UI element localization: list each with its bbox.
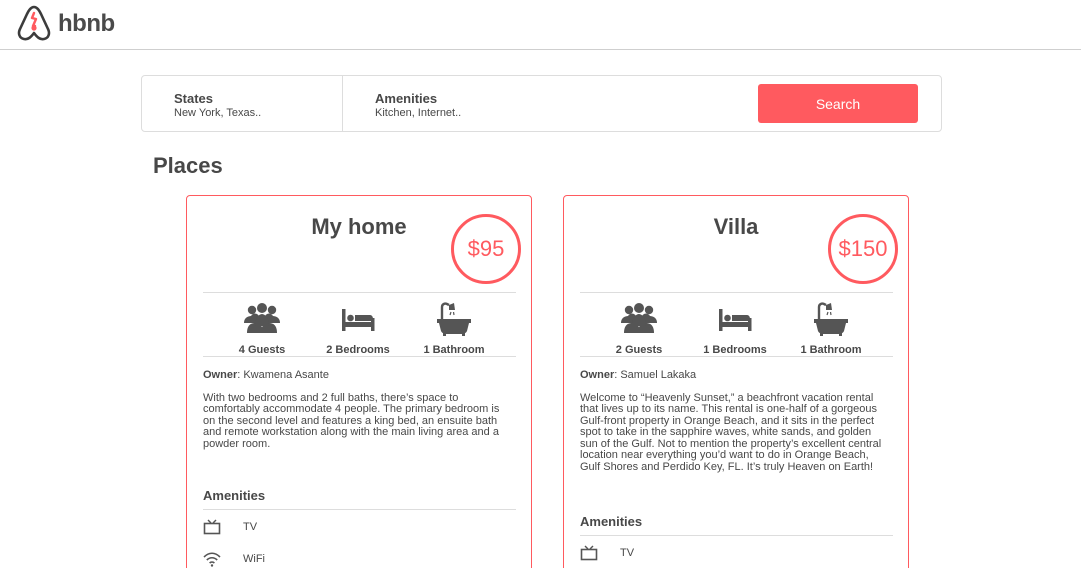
price-badge: $95 xyxy=(451,214,521,284)
tv-icon xyxy=(203,519,221,535)
bedrooms-label: 2 Bedrooms xyxy=(326,344,390,356)
place-information: 2 Guests 1 Bedrooms 1 Bathroom xyxy=(580,292,893,357)
bed-icon xyxy=(342,309,375,331)
wifi-icon xyxy=(203,552,221,567)
bathrooms-info: 1 Bathroom xyxy=(404,301,504,356)
guests-icon xyxy=(244,303,280,333)
owner-info: Owner: Samuel Lakaka xyxy=(580,369,696,381)
price-badge: $150 xyxy=(828,214,898,284)
amenities-filter-value: Kitchen, Internet.. xyxy=(375,107,462,119)
amenity-item: WiFi xyxy=(203,551,265,567)
amenity-label: TV xyxy=(620,547,635,559)
guests-info: 4 Guests xyxy=(212,301,312,356)
amenity-item: TV xyxy=(203,519,257,535)
owner-label: Owner xyxy=(203,369,238,381)
states-filter[interactable]: States New York, Texas.. xyxy=(142,76,343,131)
bedrooms-info: 1 Bedrooms xyxy=(685,301,785,356)
amenities-filter[interactable]: Amenities Kitchen, Internet.. xyxy=(343,76,593,131)
place-description: Welcome to “Heavenly Sunset,” a beachfro… xyxy=(580,392,882,473)
guests-label: 4 Guests xyxy=(238,344,286,356)
bed-icon xyxy=(719,309,752,331)
filters-bar: States New York, Texas.. Amenities Kitch… xyxy=(141,75,942,132)
places-title: Places xyxy=(153,153,223,178)
bathtub-icon xyxy=(437,302,471,336)
guests-label: 2 Guests xyxy=(615,344,663,356)
place-description: With two bedrooms and 2 full baths, ther… xyxy=(203,392,500,450)
amenities-title: Amenities xyxy=(580,514,893,536)
amenity-item: TV xyxy=(580,545,634,561)
owner-info: Owner: Kwamena Asante xyxy=(203,369,329,381)
amenities-filter-title: Amenities xyxy=(375,91,438,106)
place-information: 4 Guests 2 Bedrooms 1 Bathroom xyxy=(203,292,516,357)
states-filter-value: New York, Texas.. xyxy=(174,107,262,119)
logo[interactable]: hbnb xyxy=(16,4,115,44)
search-button[interactable]: Search xyxy=(758,84,918,123)
bedrooms-label: 1 Bedrooms xyxy=(703,344,767,356)
states-filter-title: States xyxy=(174,91,214,106)
place-card: Villa $150 2 Guests 1 Bedrooms 1 Bathroo… xyxy=(563,195,909,568)
guests-icon xyxy=(621,303,657,333)
logo-icon xyxy=(17,5,51,41)
bathrooms-info: 1 Bathroom xyxy=(781,301,881,356)
place-card: My home $95 4 Guests 2 Bedrooms 1 Bathro… xyxy=(186,195,532,568)
header: hbnb xyxy=(0,0,1081,50)
owner-name: : Samuel Lakaka xyxy=(614,369,697,381)
bathtub-icon xyxy=(814,302,848,336)
bathrooms-label: 1 Bathroom xyxy=(423,344,485,356)
bedrooms-info: 2 Bedrooms xyxy=(308,301,408,356)
tv-icon xyxy=(580,545,598,561)
owner-label: Owner xyxy=(580,369,615,381)
bathrooms-label: 1 Bathroom xyxy=(800,344,862,356)
logo-text: hbnb xyxy=(58,10,115,37)
guests-info: 2 Guests xyxy=(589,301,689,356)
owner-name: : Kwamena Asante xyxy=(237,369,329,381)
amenity-label: WiFi xyxy=(243,553,265,565)
amenity-label: TV xyxy=(243,521,258,533)
amenities-title: Amenities xyxy=(203,488,516,510)
